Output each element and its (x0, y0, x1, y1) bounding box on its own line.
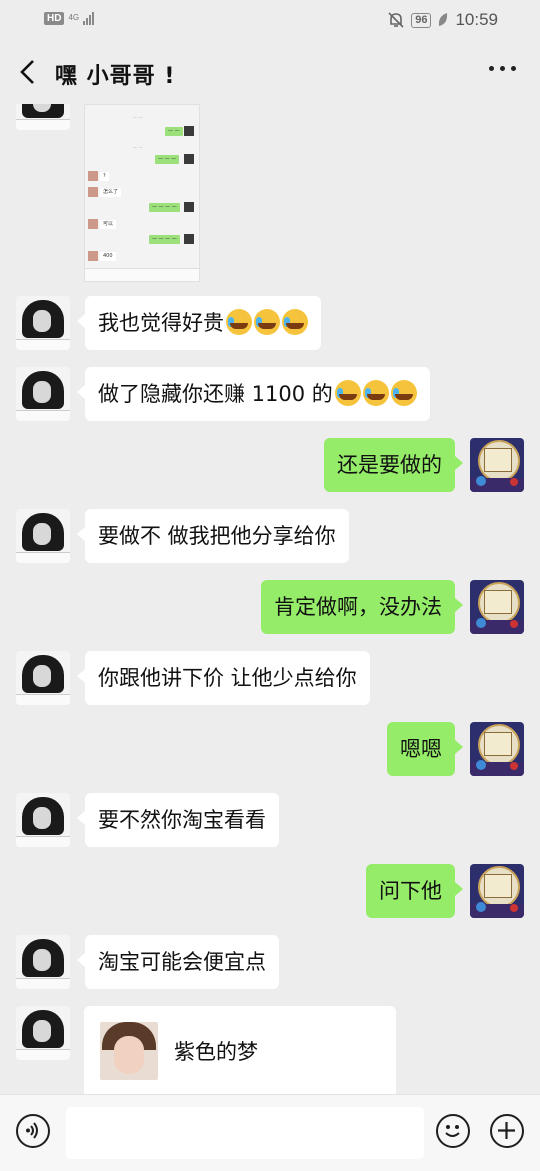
mute-bell-icon (388, 12, 404, 28)
screenshot-image[interactable]: — — — — — — — — — ? 怎么了 — — — — 可以 — — —… (84, 104, 200, 282)
input-bar (0, 1094, 540, 1171)
contact-card[interactable]: 紫色的梦 (84, 1006, 396, 1094)
message-text: 还是要做的 (337, 453, 442, 477)
my-avatar[interactable] (470, 864, 524, 918)
message-bubble[interactable]: 你跟他讲下价 让他少点给你 (77, 651, 370, 705)
message-text: 你跟他讲下价 让他少点给你 (98, 666, 357, 690)
contact-avatar[interactable] (16, 651, 70, 705)
message-bubble-mine[interactable]: 肯定做啊，没办法 (261, 580, 463, 634)
emoji-icon[interactable] (436, 1114, 470, 1148)
message-list[interactable]: — — — — — — — — — ? 怎么了 — — — — 可以 — — —… (0, 104, 540, 1094)
message-text: 我也觉得好贵 (98, 311, 224, 335)
my-avatar[interactable] (470, 580, 524, 634)
contact-avatar[interactable] (16, 793, 70, 847)
my-avatar[interactable] (470, 722, 524, 776)
contact-avatar[interactable] (16, 935, 70, 989)
plus-icon[interactable] (490, 1114, 524, 1148)
message-bubble[interactable]: 淘宝可能会便宜点 (77, 935, 279, 989)
laugh-cry-emoji-icon (390, 380, 417, 406)
message-bubble[interactable]: 要做不 做我把他分享给你 (77, 509, 349, 563)
card-title: 紫色的梦 (174, 1040, 258, 1064)
laugh-cry-emoji-icon (226, 309, 252, 335)
clock-time: 10:59 (455, 10, 498, 29)
card-thumbnail (100, 1022, 158, 1080)
chat-header: 嘿 小哥哥 ! (0, 44, 540, 104)
status-right: 96 10:59 (387, 10, 498, 30)
voice-icon[interactable] (16, 1114, 50, 1148)
status-left: HD 4G (44, 11, 95, 25)
status-bar: HD 4G 96 10:59 (0, 0, 540, 40)
contact-avatar[interactable] (16, 1006, 70, 1060)
screenshot-row: 怎么了 (100, 188, 122, 197)
message-text: 要不然你淘宝看看 (98, 808, 266, 832)
contact-avatar[interactable] (16, 104, 70, 130)
message-text: 做了隐藏你还赚 1100 的 (98, 382, 333, 406)
contact-avatar[interactable] (16, 296, 70, 350)
message-bubble[interactable]: 做了隐藏你还赚 1100 的 (77, 367, 430, 421)
message-bubble[interactable]: 要不然你淘宝看看 (77, 793, 279, 847)
chevron-left-icon[interactable] (16, 57, 40, 87)
contact-avatar[interactable] (16, 367, 70, 421)
message-bubble[interactable]: 我也觉得好贵 (77, 296, 321, 350)
screenshot-row: 400 (100, 252, 116, 261)
message-bubble-mine[interactable]: 嗯嗯 (387, 722, 463, 776)
my-avatar[interactable] (470, 438, 524, 492)
message-text: 问下他 (379, 879, 442, 903)
message-bubble-mine[interactable]: 还是要做的 (324, 438, 463, 492)
network-label: 4G (68, 13, 80, 22)
message-text: 要做不 做我把他分享给你 (98, 524, 336, 548)
laugh-cry-emoji-icon (254, 309, 280, 335)
signal-icon (83, 11, 95, 25)
battery-indicator: 96 (411, 12, 432, 28)
screenshot-row: 可以 (100, 220, 117, 229)
laugh-cry-emoji-icon (282, 309, 308, 335)
contact-avatar[interactable] (16, 509, 70, 563)
message-text: 嗯嗯 (400, 737, 442, 761)
more-dots-icon[interactable] (489, 66, 516, 71)
screenshot-row: ? (100, 172, 109, 181)
message-input[interactable] (66, 1107, 424, 1159)
message-text: 淘宝可能会便宜点 (98, 950, 266, 974)
laugh-cry-emoji-icon (334, 380, 361, 406)
laugh-cry-emoji-icon (362, 380, 389, 406)
leaf-icon (439, 13, 448, 26)
hd-badge: HD (44, 11, 65, 25)
chat-title: 嘿 小哥哥 ! (55, 64, 176, 89)
message-text: 肯定做啊，没办法 (274, 595, 442, 619)
message-bubble-mine[interactable]: 问下他 (366, 864, 463, 918)
